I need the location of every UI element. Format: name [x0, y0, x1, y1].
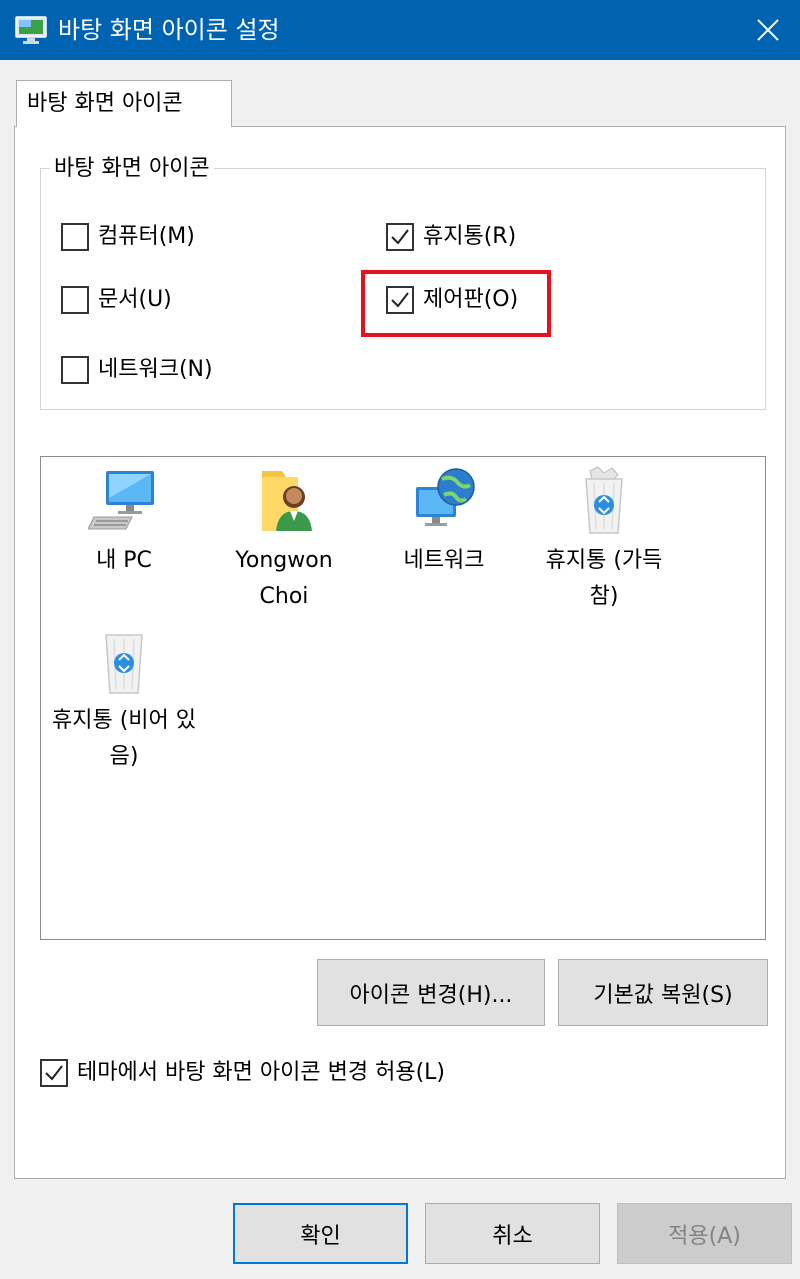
tab-label: 바탕 화면 아이콘 — [27, 91, 183, 116]
change-icon-button[interactable]: 아이콘 변경(H)... — [317, 959, 545, 1026]
checkbox-box[interactable] — [386, 223, 414, 251]
checkbox-label: 문서(U) — [98, 287, 172, 312]
checkbox-box[interactable] — [61, 223, 89, 251]
title-bar: 바탕 화면 아이콘 설정 — [0, 0, 800, 60]
recycle-bin-full-icon — [585, 466, 623, 534]
checkbox-box[interactable] — [61, 356, 89, 384]
icon-caption: 네트워크 — [403, 548, 485, 573]
highlight-frame — [361, 270, 551, 337]
icon-item-this-pc[interactable]: 내 PC — [49, 465, 199, 579]
checkbox-computer[interactable]: 컴퓨터(M) — [61, 222, 195, 252]
icon-item-recycle-bin-full[interactable]: 휴지통 (가득 참) — [529, 465, 679, 615]
icon-caption: Yongwon Choi — [235, 548, 333, 609]
checkbox-label: 컴퓨터(M) — [98, 224, 195, 249]
checkbox-box[interactable] — [40, 1059, 68, 1087]
icon-caption: 내 PC — [96, 548, 152, 573]
checkmark-icon — [45, 1065, 63, 1081]
icon-item-network[interactable]: 네트워크 — [369, 465, 519, 579]
tab-desktop-icons[interactable]: 바탕 화면 아이콘 — [16, 80, 232, 127]
desktop-settings-icon — [15, 16, 47, 44]
apply-button[interactable]: 적용(A) — [617, 1203, 792, 1264]
checkbox-box[interactable] — [61, 286, 89, 314]
user-folder-icon — [262, 471, 312, 531]
group-legend: 바탕 화면 아이콘 — [50, 154, 214, 184]
checkbox-recycle-bin[interactable]: 휴지통(R) — [386, 222, 516, 252]
checkbox-allow-theme-change[interactable]: 테마에서 바탕 화면 아이콘 변경 허용(L) — [40, 1058, 445, 1088]
close-button[interactable] — [736, 0, 800, 60]
network-icon — [416, 468, 475, 526]
restore-default-button[interactable]: 기본값 복원(S) — [558, 959, 768, 1026]
checkmark-icon — [391, 229, 409, 245]
checkbox-network[interactable]: 네트워크(N) — [61, 355, 213, 385]
close-icon — [757, 19, 779, 41]
checkbox-label: 테마에서 바탕 화면 아이콘 변경 허용(L) — [77, 1060, 445, 1085]
icon-item-recycle-bin-empty[interactable]: 휴지통 (비어 있음) — [49, 625, 199, 775]
checkbox-label: 네트워크(N) — [98, 357, 213, 382]
computer-icon — [88, 471, 154, 530]
ok-button[interactable]: 확인 — [233, 1203, 408, 1264]
checkbox-label: 휴지통(R) — [423, 224, 517, 249]
icon-list[interactable]: 내 PC Yongwon Choi 네트워크 휴지통 (가득 참) 휴지통 (비… — [40, 456, 766, 940]
icon-caption: 휴지통 (가득 참) — [545, 548, 663, 609]
window-title: 바탕 화면 아이콘 설정 — [58, 16, 280, 44]
icon-item-user-folder[interactable]: Yongwon Choi — [209, 465, 359, 615]
cancel-button[interactable]: 취소 — [425, 1203, 600, 1264]
checkbox-documents[interactable]: 문서(U) — [61, 285, 172, 315]
recycle-bin-empty-icon — [105, 634, 143, 694]
icon-caption: 휴지통 (비어 있음) — [51, 708, 196, 769]
